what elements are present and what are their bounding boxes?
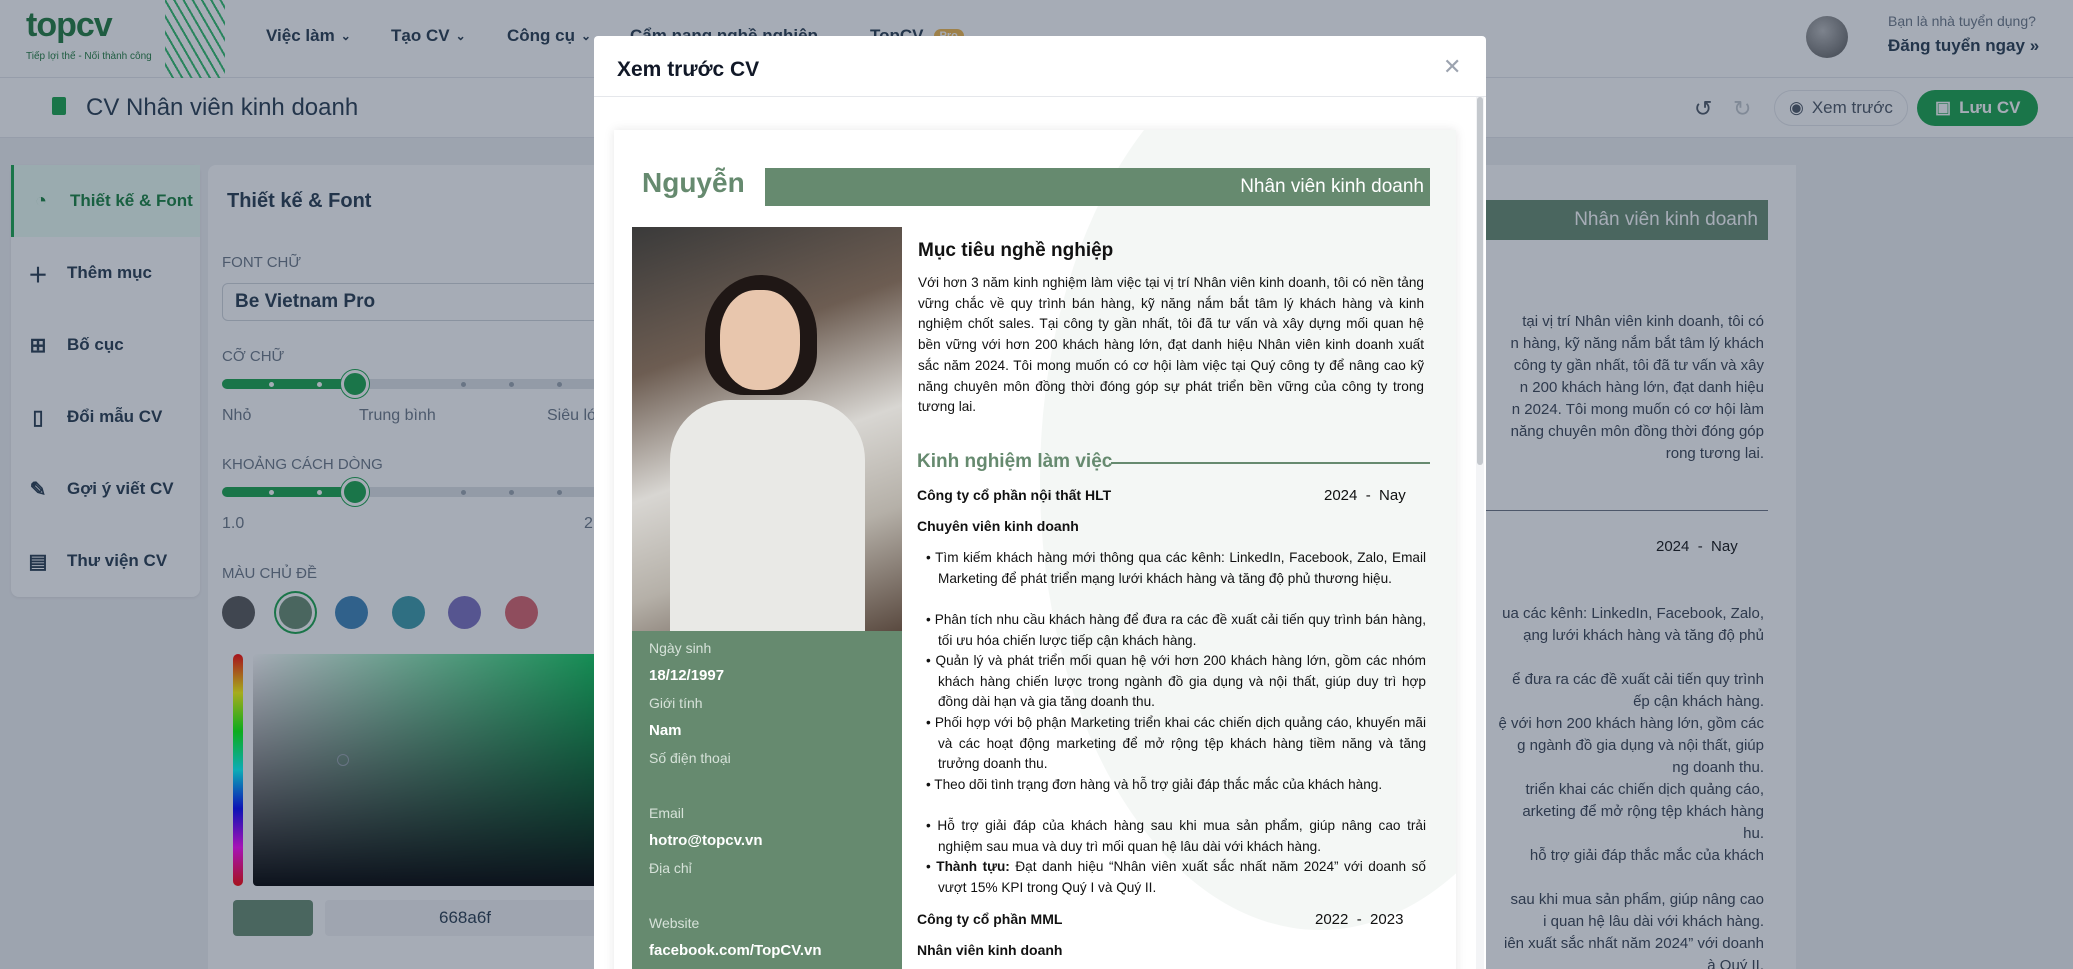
period-end: 2023 xyxy=(1370,911,1404,928)
experience-title: Kinh nghiệm làm việc xyxy=(917,451,1113,472)
experience-title-line xyxy=(1111,462,1430,464)
info-label: Website xyxy=(649,915,700,931)
bullet-text: Tìm kiếm khách hàng mới thông qua các kê… xyxy=(935,550,1426,586)
cv-name: Nguyễn xyxy=(642,167,745,198)
job-company: Công ty cổ phần MML xyxy=(917,911,1063,927)
info-label: Ngày sinh xyxy=(649,640,712,656)
job-bullet: • Quản lý và phát triển mối quan hệ với … xyxy=(926,653,1426,710)
job-period: 2022 - 2023 xyxy=(1315,911,1404,928)
job-bullet: • Hỗ trợ giải đáp của khách hàng sau khi… xyxy=(926,818,1426,854)
info-value: hotro@topcv.vn xyxy=(649,832,763,849)
modal-title: Xem trước CV xyxy=(617,58,760,81)
objective-text: Với hơn 3 năm kinh nghiệm làm việc tại v… xyxy=(918,275,1424,415)
photo-figure-body xyxy=(670,400,865,631)
modal-divider xyxy=(594,96,1486,97)
close-icon[interactable]: ✕ xyxy=(1443,54,1461,80)
bullet-text: Quản lý và phát triển mối quan hệ với hơ… xyxy=(935,653,1426,710)
info-label: Giới tính xyxy=(649,695,703,711)
period-end: Nay xyxy=(1379,487,1406,504)
bullet-text: Theo dõi tình trạng đơn hàng và hỗ trợ g… xyxy=(934,777,1383,792)
job-bullet: • Phối hợp với bộ phận Marketing triển k… xyxy=(926,715,1426,772)
job-period: 2024 - Nay xyxy=(1324,487,1406,504)
bullet-text: Phối hợp với bộ phận Marketing triển kha… xyxy=(934,715,1426,772)
info-value: 18/12/1997 xyxy=(649,667,725,684)
job-bullet: • Tìm kiếm khách hàng mới thông qua các … xyxy=(926,550,1426,586)
job-achievement: • Thành tựu: Đạt danh hiệu “Nhân viên xu… xyxy=(926,859,1426,895)
info-label: Email xyxy=(649,805,685,821)
job-company: Công ty cổ phần nội thất HLT xyxy=(917,487,1112,503)
period-start: 2022 xyxy=(1315,911,1349,928)
info-value: Nam xyxy=(649,722,682,739)
achievement-text: Đạt danh hiệu “Nhân viên xuất sắc nhất n… xyxy=(938,859,1426,895)
modal-scrollbar-thumb[interactable] xyxy=(1477,97,1483,465)
photo-figure-face xyxy=(720,290,800,390)
info-label: Số điện thoại xyxy=(649,750,731,766)
info-value: facebook.com/TopCV.vn xyxy=(649,942,822,959)
achievement-label: Thành tựu: xyxy=(936,859,1010,874)
period-start: 2024 xyxy=(1324,487,1358,504)
bullet-text: Phân tích nhu cầu khách hàng để đưa ra c… xyxy=(934,612,1426,648)
job-role: Nhân viên kinh doanh xyxy=(917,942,1063,958)
bullet-text: Hỗ trợ giải đáp của khách hàng sau khi m… xyxy=(937,818,1426,854)
objective-title: Mục tiêu nghề nghiệp xyxy=(918,240,1114,261)
job-role: Chuyên viên kinh doanh xyxy=(917,518,1079,534)
job-bullet: • Phân tích nhu cầu khách hàng để đưa ra… xyxy=(926,612,1426,648)
job-bullet: • Theo dõi tình trạng đơn hàng và hỗ trợ… xyxy=(926,777,1383,792)
info-label: Địa chỉ xyxy=(649,860,692,876)
cv-position-bar: Nhân viên kinh doanh xyxy=(765,168,1430,206)
